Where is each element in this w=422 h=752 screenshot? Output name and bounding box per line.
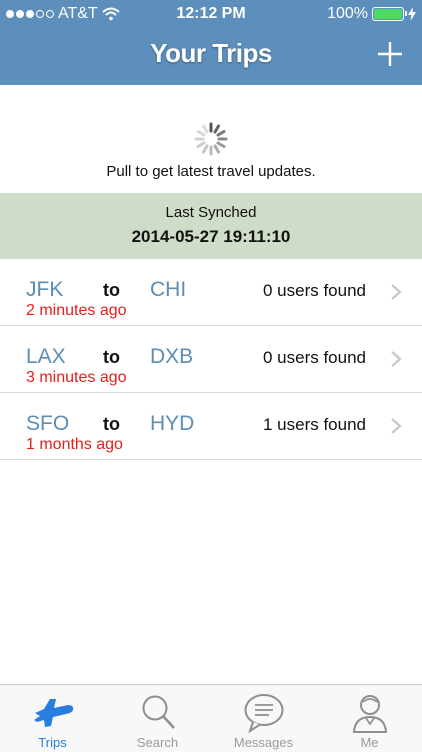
tab-bar: Trips Search Messages Me	[0, 684, 422, 752]
trip-row[interactable]: LAX to DXB 0 users found 3 minutes ago	[0, 326, 422, 393]
spinner-icon	[194, 122, 228, 156]
battery-percent: 100%	[327, 5, 368, 22]
status-bar: AT&T 12:12 PM 100%	[0, 0, 422, 28]
sync-label: Last Synched	[165, 204, 257, 221]
person-icon	[352, 695, 388, 733]
pull-to-refresh-text: Pull to get latest travel updates.	[106, 163, 316, 180]
nav-header: AT&T 12:12 PM 100% Your Trips	[0, 0, 422, 85]
search-icon	[142, 695, 175, 729]
users-found: 0 users found	[262, 348, 366, 367]
time-ago: 3 minutes ago	[26, 369, 127, 386]
plus-icon[interactable]	[376, 40, 404, 68]
users-found: 1 users found	[262, 415, 366, 434]
sync-banner: Last Synched 2014-05-27 19:11:10	[0, 193, 422, 259]
chevron-right-icon	[391, 418, 402, 434]
trip-row[interactable]: JFK to CHI 0 users found 2 minutes ago	[0, 259, 422, 326]
origin-code: SFO	[26, 412, 70, 435]
origin-code: JFK	[26, 278, 64, 301]
time-ago: 1 months ago	[26, 436, 123, 453]
tab-label: Search	[136, 735, 179, 750]
chevron-right-icon	[391, 284, 402, 300]
tab-search[interactable]: Search	[105, 685, 210, 752]
destination-code: HYD	[150, 412, 195, 435]
tab-messages[interactable]: Messages	[211, 685, 316, 752]
to-label: to	[103, 347, 120, 367]
pull-to-refresh[interactable]: Pull to get latest travel updates.	[0, 85, 422, 193]
users-found: 0 users found	[262, 281, 366, 300]
destination-code: CHI	[150, 278, 187, 301]
charging-bolt-icon	[408, 7, 416, 21]
tab-me[interactable]: Me	[317, 685, 422, 752]
battery-group: 100%	[327, 5, 416, 23]
battery-icon	[372, 7, 407, 21]
chat-bubble-icon	[244, 694, 284, 734]
tab-label: Messages	[233, 735, 294, 750]
destination-code: DXB	[150, 345, 194, 368]
tab-label: Trips	[38, 735, 67, 750]
tab-label: Me	[360, 735, 379, 750]
to-label: to	[103, 414, 120, 434]
page-title: Your Trips	[150, 38, 272, 68]
time-ago: 2 minutes ago	[26, 302, 127, 319]
tab-trips[interactable]: Trips	[0, 685, 105, 752]
chevron-right-icon	[391, 351, 402, 367]
origin-code: LAX	[26, 345, 66, 368]
sync-timestamp: 2014-05-27 19:11:10	[131, 227, 291, 246]
to-label: to	[103, 280, 120, 300]
trip-row[interactable]: SFO to HYD 1 users found 1 months ago	[0, 393, 422, 460]
airplane-icon	[34, 699, 74, 727]
